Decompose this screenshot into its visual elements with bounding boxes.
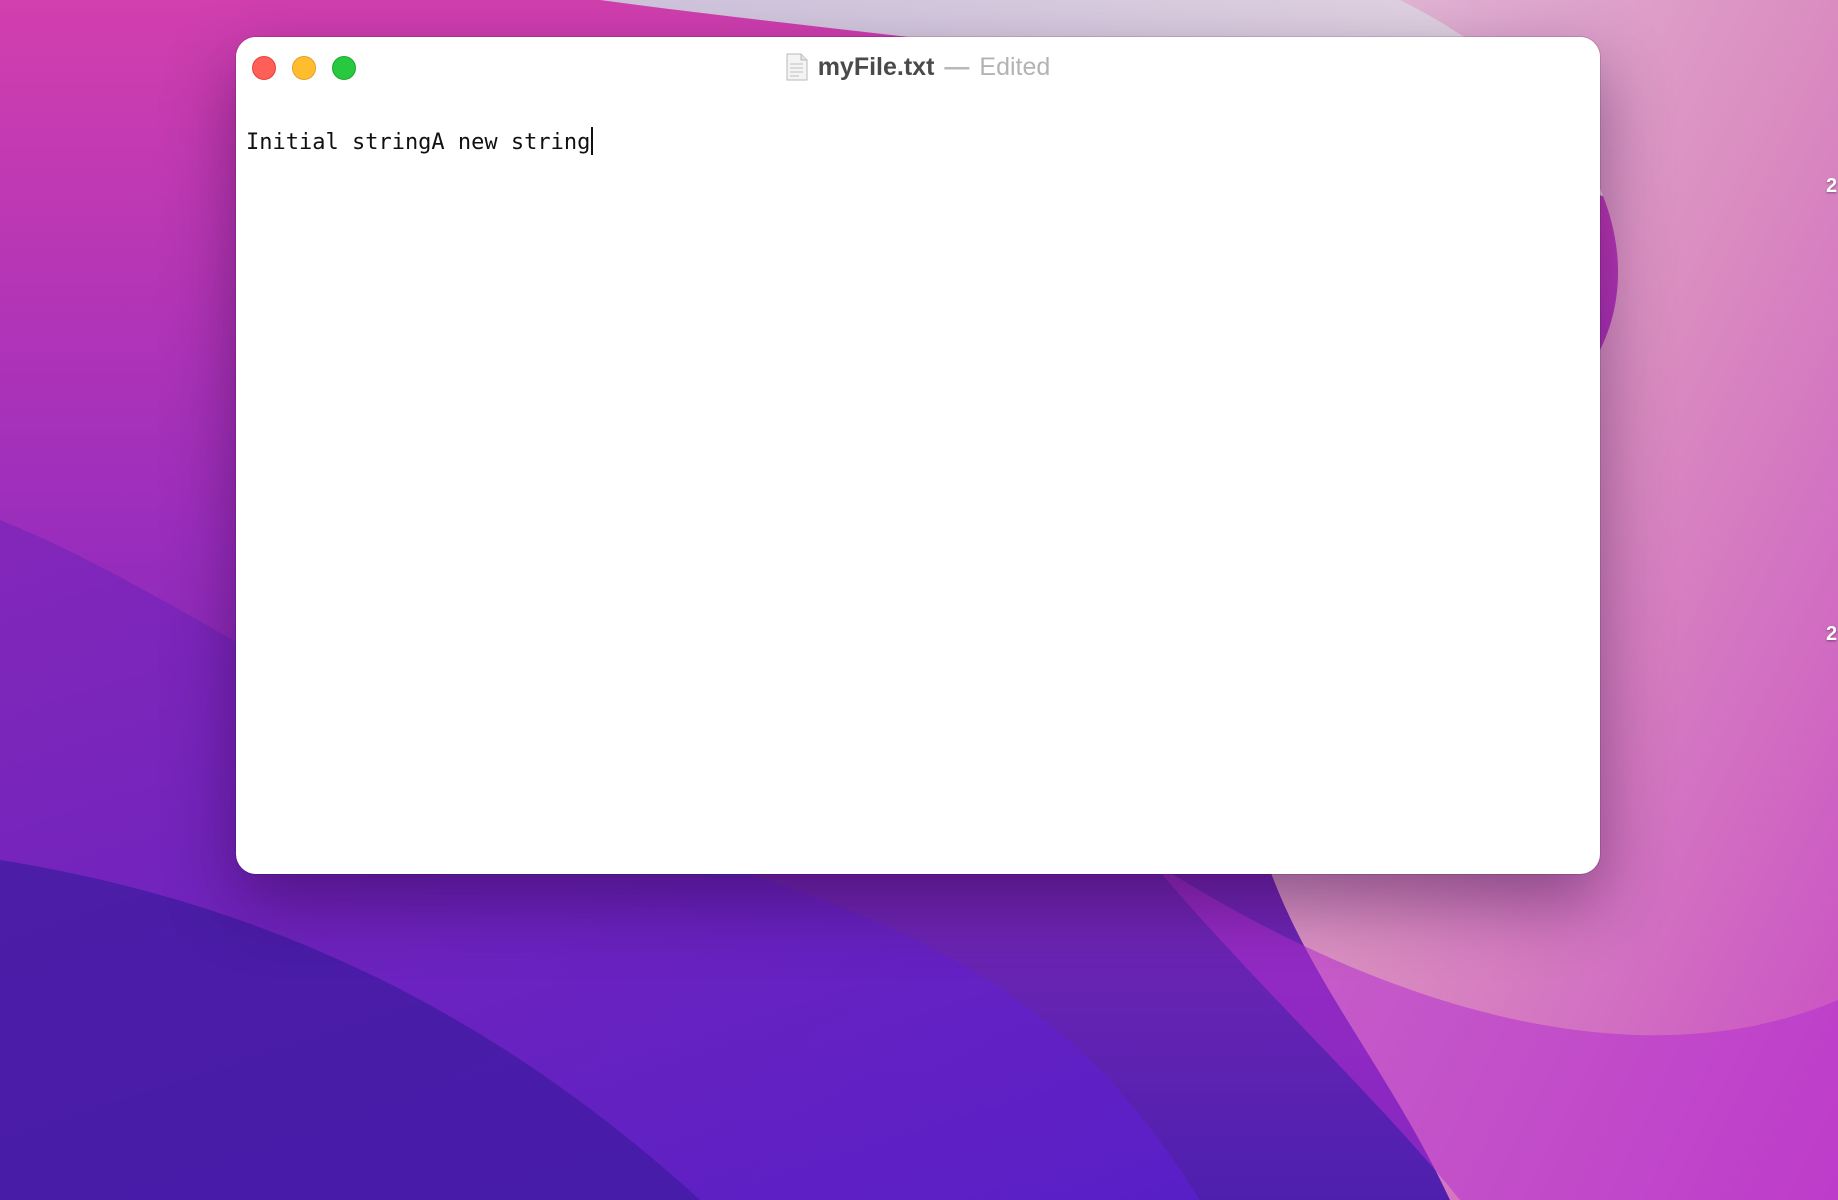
text-cursor (591, 127, 594, 155)
document-text[interactable]: Initial stringA new string (246, 130, 590, 155)
text-document-icon[interactable] (786, 53, 808, 81)
textedit-window[interactable]: myFile.txt — Edited Initial stringA new … (236, 37, 1600, 874)
edited-status: Edited (979, 53, 1051, 81)
window-title: myFile.txt — Edited (236, 51, 1600, 83)
document-name: myFile.txt (817, 53, 935, 81)
desktop-edge-label: 2 (1826, 175, 1838, 197)
desktop-edge-label: 2 (1826, 623, 1838, 645)
window-titlebar[interactable]: myFile.txt — Edited (236, 37, 1600, 93)
text-editor-area[interactable]: Initial stringA new string (246, 127, 1590, 864)
title-separator: — (944, 53, 970, 81)
